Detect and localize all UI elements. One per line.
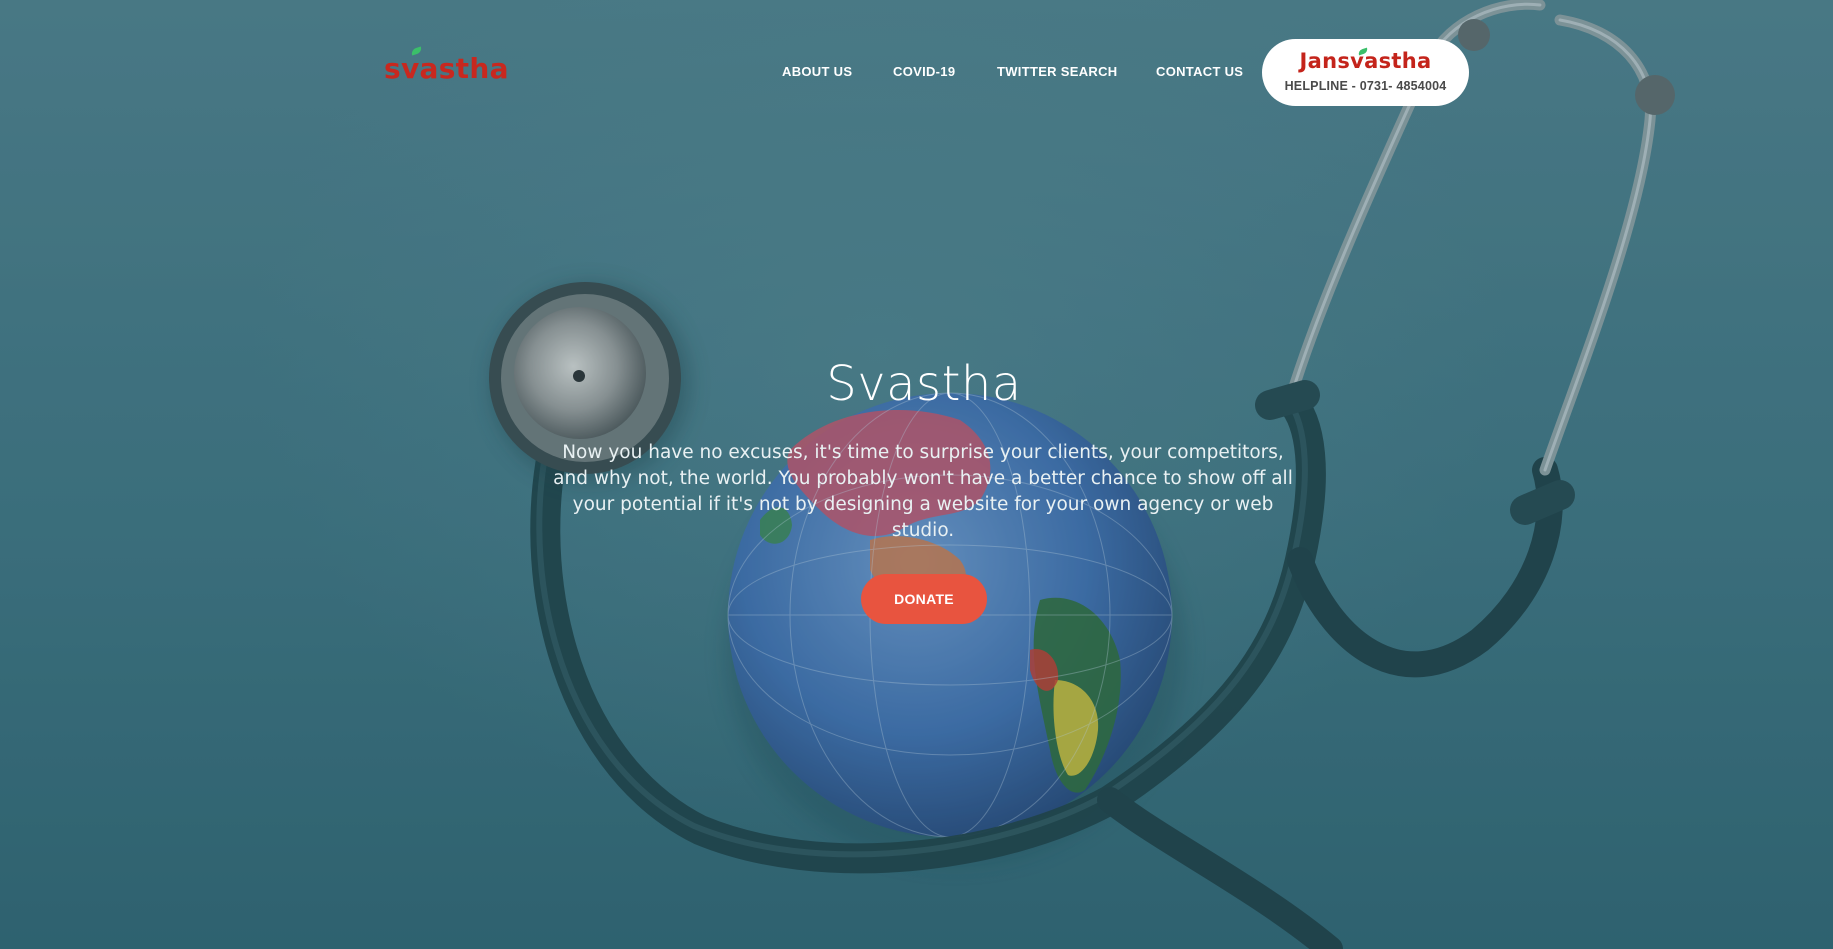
nav-covid-19[interactable]: COVID-19 [893, 64, 955, 79]
hero-title: Svastha [826, 356, 1022, 412]
donate-button[interactable]: DONATE [861, 574, 987, 624]
helpline-badge[interactable]: Jansvastha HELPLINE - 0731- 4854004 [1262, 39, 1469, 106]
helpline-brand: Jansvastha [1299, 49, 1432, 73]
site-logo[interactable]: svastha [384, 46, 509, 85]
nav-contact-us[interactable]: CONTACT US [1156, 64, 1243, 79]
logo-text: svastha [384, 52, 509, 85]
nav-twitter-search[interactable]: TWITTER SEARCH [997, 64, 1117, 79]
hero-description: Now you have no excuses, it's time to su… [553, 442, 1293, 541]
nav-about-us[interactable]: ABOUT US [782, 64, 852, 79]
helpline-phone: HELPLINE - 0731- 4854004 [1284, 79, 1447, 93]
